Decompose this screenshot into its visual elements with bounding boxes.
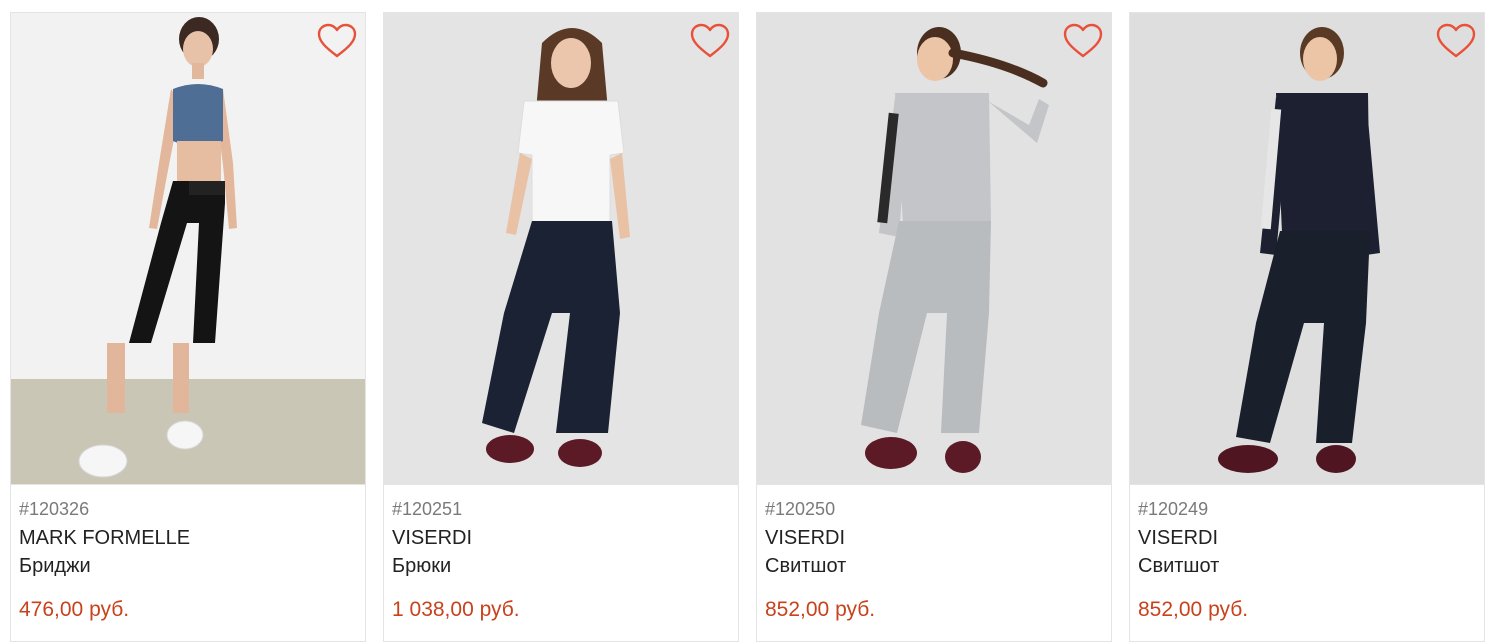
product-price: 852,00 руб.: [765, 598, 876, 621]
product-card[interactable]: #120249 VISERDI Свитшот 852,00 руб.: [1129, 12, 1485, 642]
product-price: 852,00 руб.: [1138, 598, 1249, 621]
product-card[interactable]: #120250 VISERDI Свитшот 852,00 руб.: [756, 12, 1112, 642]
product-name[interactable]: Бриджи: [19, 552, 357, 580]
product-sku: #120249: [1138, 499, 1209, 519]
favorite-heart-icon[interactable]: [1436, 23, 1476, 59]
model-photo-grey-sweatshirt: [757, 13, 1111, 484]
product-photo[interactable]: [1130, 13, 1484, 485]
favorite-heart-icon[interactable]: [1063, 23, 1103, 59]
model-photo-sport-outfit: [11, 13, 365, 484]
favorite-heart-icon[interactable]: [690, 23, 730, 59]
product-name[interactable]: Свитшот: [765, 552, 1103, 580]
favorite-heart-icon[interactable]: [317, 23, 357, 59]
product-photo[interactable]: [11, 13, 365, 485]
model-photo-polo-pants: [384, 13, 738, 484]
product-sku: #120326: [19, 499, 90, 519]
product-brand[interactable]: VISERDI: [1138, 524, 1476, 552]
product-card[interactable]: #120326 MARK FORMELLE Бриджи 476,00 руб.: [10, 12, 366, 642]
product-brand[interactable]: VISERDI: [392, 524, 730, 552]
product-sku: #120251: [392, 499, 463, 519]
product-brand[interactable]: MARK FORMELLE: [19, 524, 357, 552]
product-price: 476,00 руб.: [19, 598, 130, 621]
product-brand[interactable]: VISERDI: [765, 524, 1103, 552]
product-photo[interactable]: [757, 13, 1111, 485]
model-photo-navy-sweatshirt: [1130, 13, 1484, 484]
product-price: 1 038,00 руб.: [392, 598, 520, 621]
product-name[interactable]: Брюки: [392, 552, 730, 580]
product-sku: #120250: [765, 499, 836, 519]
product-grid: #120326 MARK FORMELLE Бриджи 476,00 руб.: [10, 12, 1485, 642]
product-card[interactable]: #120251 VISERDI Брюки 1 038,00 руб.: [383, 12, 739, 642]
product-name[interactable]: Свитшот: [1138, 552, 1476, 580]
product-photo[interactable]: [384, 13, 738, 485]
